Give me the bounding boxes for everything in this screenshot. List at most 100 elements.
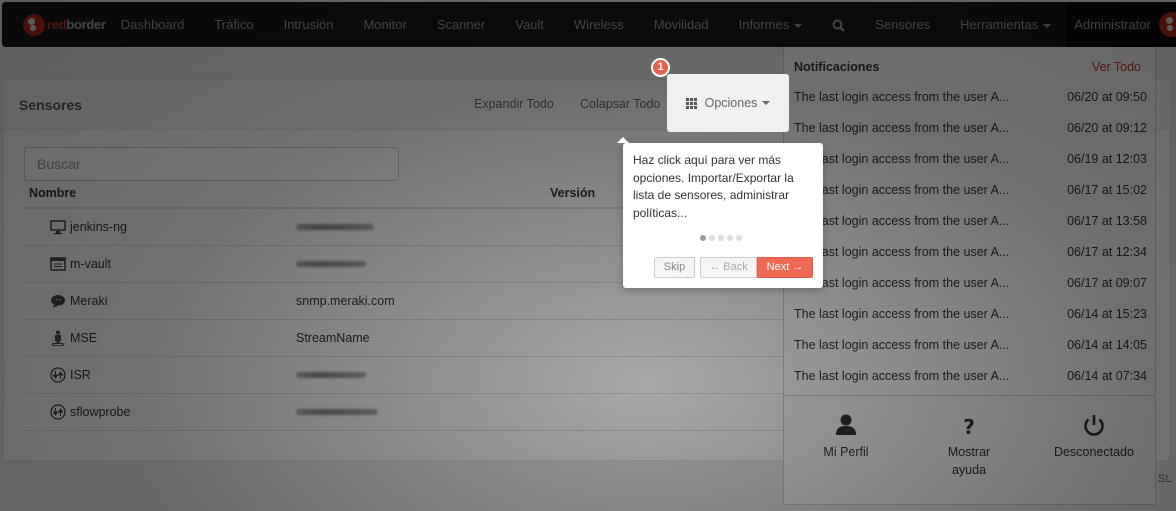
expand-all-button[interactable]: Expandir Todo	[474, 97, 554, 111]
tour-dot	[700, 235, 706, 241]
notification-time: 06/17 at 12:34	[1067, 245, 1147, 259]
notification-message: The last login access from the user A...	[794, 214, 1010, 228]
tour-dot	[718, 235, 724, 241]
redacted-ip	[296, 409, 378, 415]
svg-text:?: ?	[963, 415, 975, 439]
top-navbar: redborder Dashboard Tráfico Intrusión Mo…	[2, 2, 1176, 47]
my-profile-label: Mi Perfil	[823, 445, 869, 459]
notification-item[interactable]: The last login access from the user A...…	[794, 369, 1147, 389]
flow-arrows-icon	[50, 367, 66, 383]
question-icon: ?	[963, 415, 975, 439]
notification-item[interactable]: The last login access from the user A...…	[794, 245, 1147, 265]
tour-dot	[727, 235, 733, 241]
show-help-label: Mostrar ayuda	[947, 445, 991, 477]
notification-item[interactable]: The last login access from the user A...…	[794, 152, 1147, 172]
notification-time: 06/14 at 14:05	[1067, 338, 1147, 352]
tour-dot	[709, 235, 715, 241]
tour-skip-button[interactable]: Skip	[654, 257, 695, 278]
notification-message: The last login access from the user A...	[794, 276, 1010, 290]
brand-logo-link[interactable]: redborder	[2, 2, 106, 47]
brand-name-grey: border	[66, 17, 106, 32]
tour-next-button[interactable]: Next →	[757, 257, 813, 278]
tour-popover: Haz click aquí para ver más opciones. Im…	[623, 143, 823, 288]
collapse-all-button[interactable]: Colapsar Todo	[580, 97, 660, 111]
tour-dot	[736, 235, 742, 241]
sensor-name: sflowprobe	[70, 405, 131, 419]
flow-arrows-icon	[50, 404, 66, 420]
caret-down-icon	[762, 101, 771, 105]
sensor-name: jenkins-ng	[70, 220, 127, 234]
user-icon	[836, 414, 856, 435]
sensor-ip: StreamName	[296, 331, 370, 345]
nav-wireless[interactable]: Wireless	[559, 2, 639, 47]
nav-vault[interactable]: Vault	[500, 2, 559, 47]
notification-message: The last login access from the user A...	[794, 121, 1010, 135]
show-help-button[interactable]: ? Mostrar ayuda	[909, 413, 1029, 479]
logout-label: Desconectado	[1054, 445, 1134, 459]
notification-time: 06/17 at 13:58	[1067, 214, 1147, 228]
sensor-name: MSE	[70, 331, 98, 345]
nav-trafico[interactable]: Tráfico	[199, 2, 268, 47]
table-row[interactable]: sflowprobe	[24, 394, 784, 431]
chat-bubble-icon	[51, 295, 65, 308]
table-row[interactable]: ISR	[24, 357, 784, 394]
my-profile-button[interactable]: Mi Perfil	[786, 413, 906, 461]
notification-time: 06/14 at 15:23	[1067, 307, 1147, 321]
notification-item[interactable]: The last login access from the user A...…	[794, 307, 1147, 327]
nav-scanner[interactable]: Scanner	[422, 2, 500, 47]
notification-item[interactable]: The last login access from the user A...…	[794, 121, 1147, 141]
sensor-name: ISR	[70, 368, 91, 382]
notification-item[interactable]: The last login access from the user A...…	[794, 183, 1147, 203]
notifications-divider	[784, 395, 1155, 396]
column-header-version[interactable]: Versión	[550, 186, 595, 200]
tour-step-badge: 1	[651, 58, 670, 77]
nav-movilidad[interactable]: Movilidad	[639, 2, 724, 47]
column-header-name[interactable]: Nombre	[29, 186, 76, 200]
redborder-logo-icon	[23, 13, 45, 36]
notification-item[interactable]: The last login access from the user A...…	[794, 338, 1147, 358]
redacted-ip	[296, 224, 374, 230]
options-label: Opciones	[704, 96, 758, 110]
nav-sensores[interactable]: Sensores	[860, 2, 945, 47]
nav-herramientas-dropdown[interactable]: Herramientas	[945, 2, 1066, 47]
sensor-ip: snmp.meraki.com	[296, 294, 395, 308]
notification-item[interactable]: The last login access from the user A...…	[794, 214, 1147, 234]
notification-item[interactable]: The last login access from the user A...…	[794, 90, 1147, 110]
person-location-icon	[51, 330, 65, 346]
sensor-name: Meraki	[70, 294, 108, 308]
nav-intrusion[interactable]: Intrusión	[269, 2, 349, 47]
brand-name: redborder	[47, 17, 106, 32]
user-menu[interactable]: Administrator	[1066, 2, 1176, 47]
search-input[interactable]	[24, 147, 399, 181]
notification-time: 06/17 at 09:07	[1067, 276, 1147, 290]
notification-time: 06/20 at 09:12	[1067, 121, 1147, 135]
caret-down-icon	[1043, 23, 1052, 28]
panel-title: Sensores	[19, 96, 83, 113]
monitor-icon	[50, 220, 66, 235]
nav-informes-dropdown[interactable]: Informes	[724, 2, 818, 47]
notification-item[interactable]: The last login access from the user A...…	[794, 276, 1147, 296]
grid-icon	[685, 97, 697, 109]
nav-dashboard[interactable]: Dashboard	[106, 2, 200, 47]
notification-time: 06/20 at 09:50	[1067, 90, 1147, 104]
sensor-name: m-vault	[70, 257, 111, 271]
table-row[interactable]: MSE StreamName	[24, 320, 784, 357]
tour-back-button[interactable]: ← Back	[700, 257, 757, 278]
redacted-ip	[296, 261, 366, 267]
logout-button[interactable]: Desconectado	[1034, 413, 1154, 461]
notification-message: The last login access from the user A...	[794, 183, 1010, 197]
notification-message: The last login access from the user A...	[794, 338, 1010, 352]
tour-progress-dots	[700, 235, 742, 241]
nav-herramientas-label: Herramientas	[960, 17, 1039, 32]
view-all-link[interactable]: Ver Todo	[1092, 60, 1141, 74]
notification-time: 06/19 at 12:03	[1067, 152, 1147, 166]
table-row[interactable]: Meraki snmp.meraki.com	[24, 283, 784, 320]
search-icon	[832, 19, 846, 32]
notification-message: The last login access from the user A...	[794, 152, 1010, 166]
notification-time: 06/17 at 15:02	[1067, 183, 1147, 197]
nav-informes-label: Informes	[738, 17, 790, 32]
nav-monitor[interactable]: Monitor	[348, 2, 421, 47]
notification-time: 06/14 at 07:34	[1067, 369, 1147, 383]
nav-search-button[interactable]	[817, 2, 860, 47]
options-dropdown-button[interactable]: Opciones	[667, 74, 789, 132]
